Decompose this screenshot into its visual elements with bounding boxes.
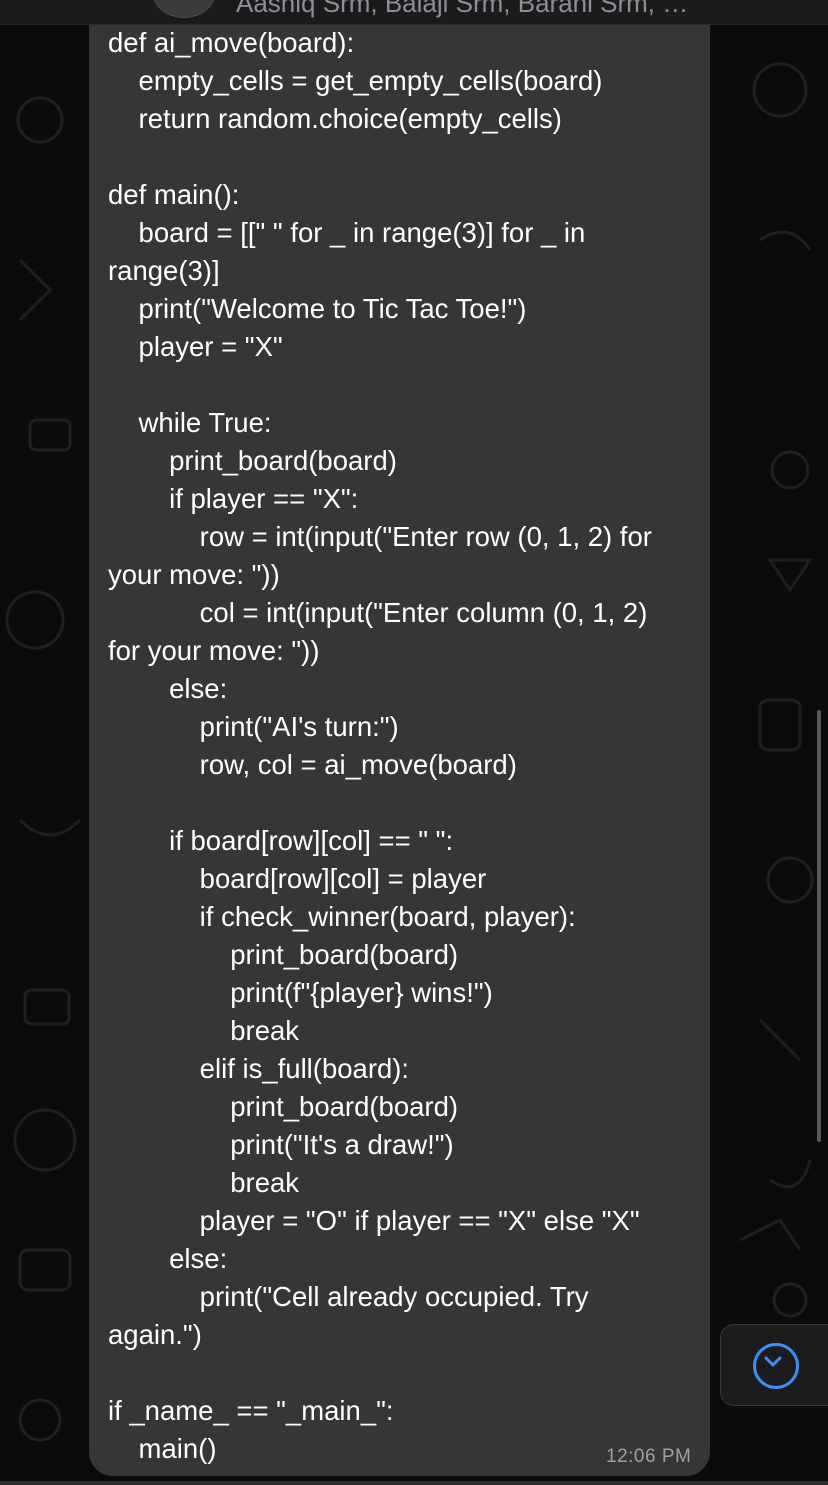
code-line: print("Cell already occupied. Try bbox=[108, 1281, 589, 1312]
code-line: print_board(board) bbox=[108, 1091, 459, 1122]
code-line: if check_winner(board, player): bbox=[108, 901, 576, 932]
code-line: break bbox=[108, 1015, 300, 1046]
message-timestamp: 12:06 PM bbox=[606, 1446, 692, 1467]
code-line: row, col = ai_move(board) bbox=[108, 749, 517, 780]
code-line: player = "O" if player == "X" else "X" bbox=[108, 1205, 640, 1236]
code-line: print("It's a draw!") bbox=[108, 1129, 454, 1160]
code-line: col = int(input("Enter column (0, 1, 2) bbox=[108, 597, 648, 628]
code-line: return random.choice(empty_cells) bbox=[108, 103, 562, 134]
group-members-subtitle: Aashiq Srm, Balaji Srm, Barani Srm, Ga..… bbox=[236, 0, 706, 18]
code-line: else: bbox=[108, 673, 228, 704]
code-line: def ai_move(board): bbox=[108, 27, 355, 58]
chat-header[interactable]: Aashiq Srm, Balaji Srm, Barani Srm, Ga..… bbox=[0, 0, 828, 25]
code-line: print("Welcome to Tic Tac Toe!") bbox=[108, 293, 527, 324]
code-line: print("AI's turn:") bbox=[108, 711, 399, 742]
scrollbar[interactable] bbox=[817, 710, 821, 1142]
code-line: print(f"{player} wins!") bbox=[108, 977, 493, 1008]
scroll-to-bottom-button[interactable] bbox=[720, 1324, 828, 1406]
code-line: again.") bbox=[108, 1319, 202, 1350]
code-line: break bbox=[108, 1167, 300, 1198]
code-line: if board[row][col] == " ": bbox=[108, 825, 454, 856]
message-code-text: def ai_move(board): empty_cells = get_em… bbox=[108, 24, 698, 1468]
chevron-down-icon bbox=[753, 1343, 799, 1389]
code-line: row = int(input("Enter row (0, 1, 2) for bbox=[108, 521, 652, 552]
code-line: your move: ")) bbox=[108, 559, 280, 590]
code-line: else: bbox=[108, 1243, 228, 1274]
code-line: range(3)] bbox=[108, 255, 220, 286]
code-line: for your move: ")) bbox=[108, 635, 320, 666]
code-line: print_board(board) bbox=[108, 939, 459, 970]
code-line: print_board(board) bbox=[108, 445, 397, 476]
code-line: board[row][col] = player bbox=[108, 863, 487, 894]
code-line: board = [[" " for _ in range(3)] for _ i… bbox=[108, 217, 586, 248]
group-avatar[interactable] bbox=[152, 0, 216, 18]
code-line: empty_cells = get_empty_cells(board) bbox=[108, 65, 603, 96]
code-line: if _name_ == "_main_": bbox=[108, 1395, 394, 1426]
code-line: def main(): bbox=[108, 179, 240, 210]
code-line: elif is_full(board): bbox=[108, 1053, 410, 1084]
code-line: while True: bbox=[108, 407, 272, 438]
home-indicator-bar bbox=[0, 1481, 828, 1485]
code-line: player = "X" bbox=[108, 331, 283, 362]
code-line: if player == "X": bbox=[108, 483, 359, 514]
